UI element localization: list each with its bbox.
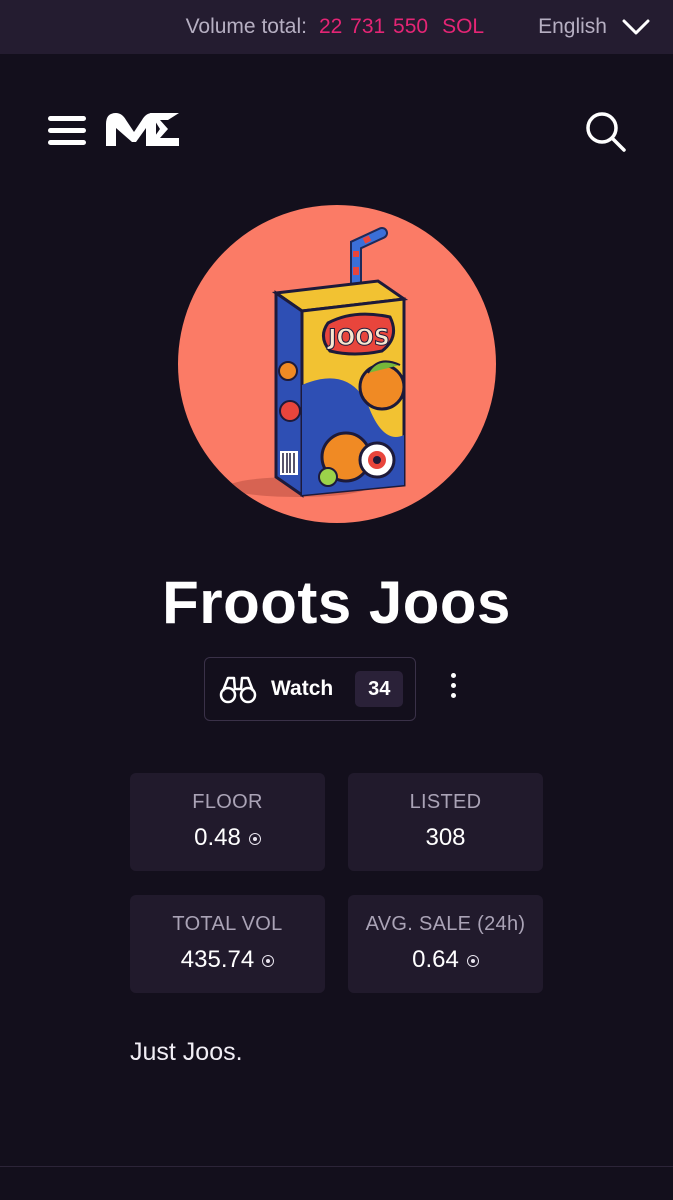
chevron-down-icon[interactable] <box>621 15 651 39</box>
language-selector[interactable]: English <box>538 15 607 39</box>
volume-total-value: 22 731 550 <box>318 15 429 38</box>
stat-listed: LISTED 308 <box>348 773 543 871</box>
more-options-icon[interactable] <box>442 668 464 704</box>
stat-value-text: 435.74 <box>180 946 255 973</box>
stat-value-text: 0.64 <box>412 946 459 973</box>
stat-label: AVG. SALE (24h) <box>365 913 526 935</box>
sol-currency-icon <box>262 955 275 967</box>
stat-value: 435.74 <box>130 946 325 974</box>
site-header <box>0 54 673 204</box>
stat-value: 0.64 <box>348 946 543 974</box>
collection-description: Just Joos. <box>130 1038 243 1066</box>
watch-button[interactable]: Watch 34 <box>204 657 416 721</box>
sol-currency-icon <box>466 955 479 967</box>
divider <box>0 1166 673 1167</box>
watch-count-badge: 34 <box>355 671 404 707</box>
stat-value-text: 0.48 <box>194 824 241 851</box>
collection-title: Froots Joos <box>162 569 511 636</box>
stat-value-text: 308 <box>425 824 466 851</box>
stat-value: 308 <box>348 824 543 852</box>
collection-avatar: JOOS <box>178 205 496 523</box>
volume-total-label: Volume total: <box>185 15 307 38</box>
hamburger-icon[interactable] <box>48 112 88 150</box>
stat-label: FLOOR <box>192 791 263 813</box>
binoculars-icon <box>219 674 257 704</box>
top-bar: Volume total: 22 731 550 SOL English <box>0 0 673 54</box>
volume-total-unit: SOL <box>442 15 485 38</box>
stat-avg-sale: AVG. SALE (24h) 0.64 <box>348 895 543 993</box>
stat-floor: FLOOR 0.48 <box>130 773 325 871</box>
stat-total-vol: TOTAL VOL 435.74 <box>130 895 325 993</box>
stat-label: TOTAL VOL <box>172 913 283 935</box>
carton-label-text: JOOS <box>326 326 389 351</box>
search-icon[interactable] <box>582 108 628 154</box>
magic-eden-logo[interactable] <box>104 106 180 152</box>
watch-label: Watch <box>271 677 334 700</box>
stat-value: 0.48 <box>130 824 325 852</box>
stat-label: LISTED <box>409 791 482 813</box>
sol-currency-icon <box>248 833 261 845</box>
